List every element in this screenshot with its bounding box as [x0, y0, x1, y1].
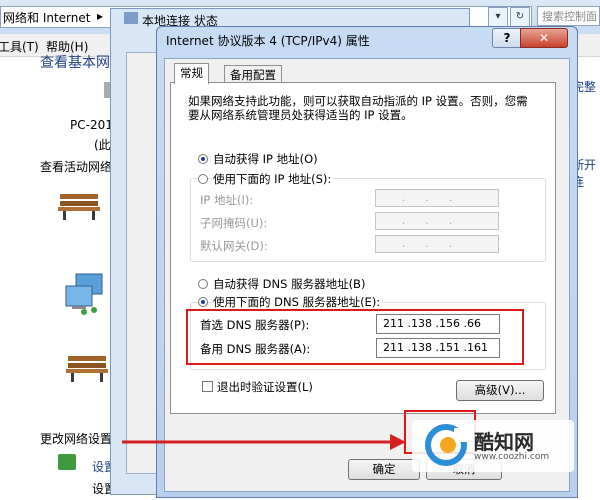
ok-button[interactable]: 确定 — [348, 459, 420, 480]
watermark-brand: 酷知网 — [474, 430, 534, 454]
dns-auto-radio[interactable] — [198, 279, 208, 289]
network-computers-icon — [65, 273, 103, 315]
watermark-logo-icon — [425, 424, 470, 466]
ip-manual-radio[interactable] — [198, 174, 208, 184]
ip-auto-label[interactable]: 自动获得 IP 地址(O) — [213, 151, 318, 167]
pc-sub: (此 — [94, 138, 111, 152]
description-text: 如果网络支持此功能，则可以获取自动指派的 IP 设置。否则，您需要从网络系统管理… — [188, 94, 528, 122]
refresh-icon[interactable]: ↻ — [510, 7, 530, 27]
advanced-button[interactable]: 高级(V)... — [456, 380, 544, 401]
search-input[interactable]: 搜索控制面 — [537, 6, 600, 26]
view-active-networks: 查看活动网络 — [40, 160, 113, 174]
ip-manual-label[interactable]: 使用下面的 IP 地址(S): — [213, 171, 334, 187]
menu-tools[interactable]: 工具(T) — [0, 38, 39, 55]
validate-label[interactable]: 退出时验证设置(L) — [217, 379, 313, 395]
breadcrumb-arrow-icon[interactable]: ▸ — [97, 9, 103, 23]
ip-auto-radio[interactable] — [198, 154, 208, 164]
dns-highlight-box — [186, 309, 524, 365]
watermark-url: www.coozhi.com — [474, 452, 550, 462]
view-basic-heading: 查看基本网 — [40, 55, 110, 71]
middle-dialog-body — [126, 52, 160, 474]
red-arrow-icon — [122, 434, 406, 450]
subnet-label: 子网掩码(U): — [200, 216, 268, 230]
pc-name: PC-201 — [70, 118, 113, 132]
public-network-bench-icon-2 — [66, 356, 108, 382]
ip-address-label: IP 地址(I): — [200, 193, 254, 207]
help-button[interactable]: ? — [492, 28, 522, 48]
breadcrumb[interactable]: 网络和 Internet — [3, 9, 90, 26]
watermark: 酷知网 www.coozhi.com — [412, 420, 574, 472]
dropdown-icon[interactable]: ▾ — [488, 7, 508, 27]
tab-general[interactable]: 常规 — [174, 63, 209, 84]
change-network-settings: 更改网络设置 — [40, 432, 113, 446]
dns-manual-radio[interactable] — [198, 297, 208, 307]
ip-address-input[interactable]: ... — [375, 189, 499, 207]
public-network-bench-icon — [58, 194, 100, 220]
dns-manual-label[interactable]: 使用下面的 DNS 服务器地址(E): — [213, 294, 383, 310]
dns-auto-label[interactable]: 自动获得 DNS 服务器地址(B) — [213, 276, 365, 292]
validate-checkbox[interactable] — [202, 381, 213, 392]
subnet-input[interactable]: ... — [375, 212, 499, 230]
network-adapter-icon — [124, 12, 138, 24]
gateway-label: 默认网关(D): — [200, 239, 268, 253]
gateway-input[interactable]: ... — [375, 235, 499, 253]
dialog-title: Internet 协议版本 4 (TCP/IPv4) 属性 — [166, 34, 370, 48]
setup-connection-icon — [58, 454, 76, 470]
close-button[interactable]: ✕ — [520, 28, 568, 48]
